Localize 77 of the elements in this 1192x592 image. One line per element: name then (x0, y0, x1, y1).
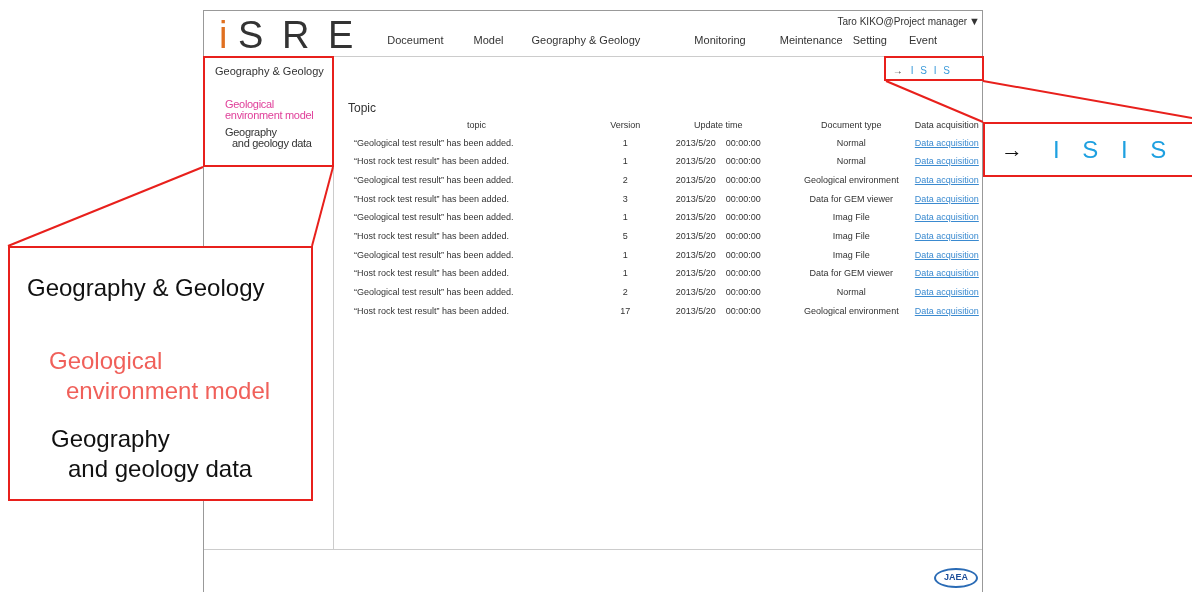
column-header: topic (467, 120, 487, 131)
version-cell: 2 (622, 174, 628, 185)
sidebar-item[interactable]: Geological environment model (225, 98, 333, 121)
callout-title: Geography & Geology (27, 273, 266, 303)
version-cell: 1 (622, 156, 628, 167)
version-cell: 1 (622, 137, 628, 148)
topic-cell: ”Host rock test result” has been added. (354, 231, 510, 242)
topic-cell: “Host rock test result” has been added. (354, 156, 510, 167)
topic-cell: “Host rock test result” has been added. (354, 305, 510, 316)
document-type-cell: Normal (836, 287, 866, 298)
data-acquisition-link[interactable]: Data acquisition (914, 305, 979, 316)
document-type-cell: Normal (836, 137, 866, 148)
arrow-icon: → (892, 63, 903, 78)
update-time-cell: 2013/5/20 00:00:00 (675, 137, 761, 148)
column-header: Document type (821, 120, 882, 131)
data-acquisition-link[interactable]: Data acquisition (914, 137, 979, 148)
document-type-cell: Imag File (832, 212, 870, 223)
update-time-cell: 2013/5/20 00:00:00 (675, 305, 761, 316)
data-acquisition-link[interactable]: Data acquisition (914, 156, 979, 167)
sidebar-item[interactable]: Geography and geology data (225, 126, 333, 149)
topic-cell: “Host rock test result” has been added. (354, 268, 510, 279)
column-header: Data acquisition (914, 120, 979, 131)
footer-logo: JAEA (934, 568, 978, 588)
version-cell: 3 (622, 193, 628, 204)
topic-cell: “Geological test result” has been added. (354, 212, 514, 223)
version-cell: 2 (622, 287, 628, 298)
data-acquisition-link[interactable]: Data acquisition (914, 174, 979, 185)
update-time-cell: 2013/5/20 00:00:00 (675, 231, 761, 242)
app-logo: i S R E (219, 15, 358, 56)
document-type-cell: Imag File (832, 231, 870, 242)
nav-tab[interactable]: Meintenance (779, 31, 843, 48)
user-menu[interactable]: Taro KIKO@Project manager (837, 13, 968, 29)
isis-label: I S I S (1053, 134, 1175, 165)
version-cell: 5 (622, 231, 628, 242)
update-time-cell: 2013/5/20 00:00:00 (675, 174, 761, 185)
update-time-cell: 2013/5/20 00:00:00 (675, 212, 761, 223)
column-header: Version (610, 120, 641, 131)
update-time-cell: 2013/5/20 00:00:00 (675, 268, 761, 279)
version-cell: 1 (622, 268, 628, 279)
document-type-cell: Imag File (832, 249, 870, 260)
data-acquisition-link[interactable]: Data acquisition (914, 231, 979, 242)
version-cell: 1 (622, 249, 628, 260)
document-type-cell: Data for GEM viewer (809, 193, 894, 204)
arrow-icon: → (1001, 133, 1023, 166)
nav-tab[interactable]: Setting (852, 31, 887, 48)
caret-icon: ▼ (969, 13, 980, 30)
callout-item: Geography and geology data (50, 424, 254, 484)
data-acquisition-link[interactable]: Data acquisition (914, 212, 979, 223)
nav-tab[interactable]: Event (908, 31, 938, 48)
data-acquisition-link[interactable]: Data acquisition (914, 287, 979, 298)
document-type-cell: Data for GEM viewer (809, 268, 894, 279)
document-type-cell: Geological environment (804, 174, 899, 185)
nav-tab[interactable]: Doceument (387, 31, 444, 48)
update-time-cell: 2013/5/20 00:00:00 (675, 249, 761, 260)
document-type-cell: Normal (836, 156, 866, 167)
section-title: Topic (348, 100, 377, 117)
topic-cell: “Geological test result” has been added. (354, 174, 514, 185)
topic-cell: “Geological test result” has been added. (354, 249, 514, 260)
column-header: Update time (693, 120, 743, 131)
update-time-cell: 2013/5/20 00:00:00 (675, 193, 761, 204)
topic-cell: “Geological test result” has been added. (354, 137, 514, 148)
sidebar-title: Geography & Geology (215, 64, 325, 79)
nav-tab[interactable]: Geography & Geology (531, 31, 641, 48)
data-acquisition-link[interactable]: Data acquisition (914, 249, 979, 260)
nav-tab[interactable]: Monitoring (694, 31, 746, 48)
data-acquisition-link[interactable]: Data acquisition (914, 193, 979, 204)
version-cell: 1 (622, 212, 628, 223)
topic-cell: “Geological test result” has been added. (354, 287, 514, 298)
nav-tab[interactable]: Model (473, 31, 504, 48)
data-acquisition-link[interactable]: Data acquisition (914, 268, 979, 279)
topic-cell: ”Host rock test result” has been added. (354, 193, 510, 204)
update-time-cell: 2013/5/20 00:00:00 (675, 156, 761, 167)
document-type-cell: Geological environment (804, 305, 899, 316)
isis-link[interactable]: I S I S (910, 63, 952, 78)
version-cell: 17 (620, 305, 631, 316)
update-time-cell: 2013/5/20 00:00:00 (675, 287, 761, 298)
callout-item: Geological environment model (48, 346, 272, 406)
